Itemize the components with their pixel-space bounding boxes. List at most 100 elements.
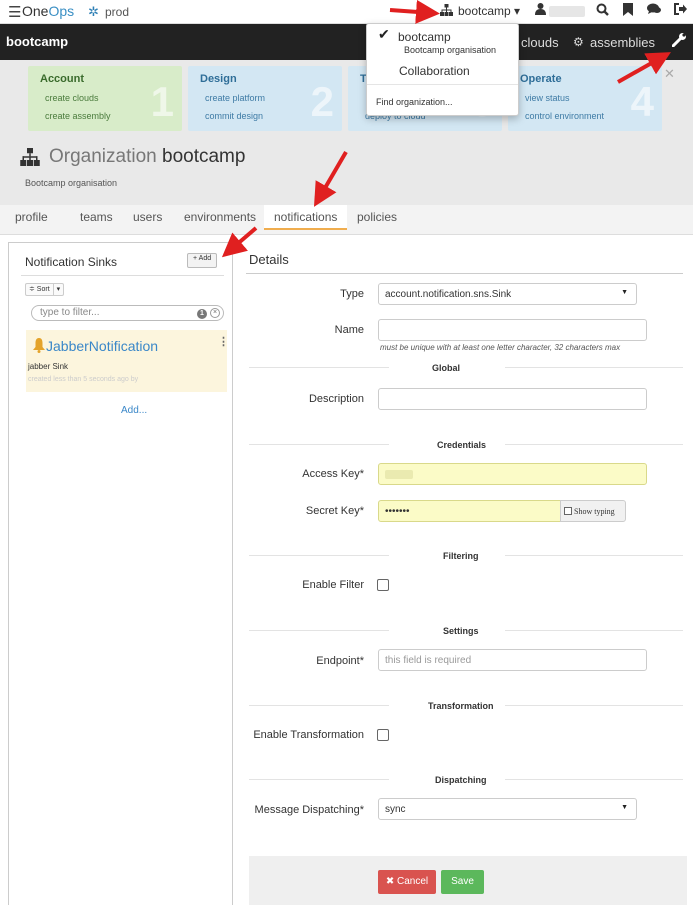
divider [21, 275, 224, 276]
enable-transformation-label: Enable Transformation [253, 729, 364, 741]
tab-environments[interactable]: environments [184, 210, 256, 235]
tab-teams[interactable]: teams [80, 210, 113, 235]
dispatching-label: Message Dispatching* [254, 804, 364, 816]
org-switcher[interactable]: bootcamp ▾ [458, 4, 520, 18]
step-link[interactable]: create clouds [45, 93, 99, 103]
step-link[interactable]: view status [525, 93, 570, 103]
secret-key-label: Secret Key* [305, 505, 364, 517]
section-filtering: Filtering [443, 551, 479, 561]
list-item[interactable]: JabberNotification ⋮ jabber Sink created… [26, 330, 229, 392]
close-icon[interactable]: ✕ [664, 66, 675, 82]
checkbox-icon[interactable] [564, 507, 572, 515]
sort-label[interactable]: ≑ Sort [26, 284, 53, 295]
step-number: 4 [630, 78, 654, 125]
step-link[interactable]: create assembly [45, 111, 111, 121]
cogs-icon: ⚙ [573, 35, 584, 49]
divider [505, 367, 683, 368]
app-logo[interactable]: OneOps [22, 3, 74, 19]
step-link[interactable]: commit design [205, 111, 263, 121]
step-link[interactable]: control environment [525, 111, 604, 121]
step-link[interactable]: create platform [205, 93, 265, 103]
sinks-title: Notification Sinks [25, 255, 118, 269]
section-settings: Settings [443, 626, 479, 636]
count-badge: 1 [197, 309, 207, 319]
divider [249, 779, 389, 780]
step-title: Account [40, 73, 84, 85]
show-typing-toggle[interactable]: Show typing [560, 500, 626, 522]
nav-assemblies[interactable]: assemblies [590, 35, 655, 50]
tab-profile[interactable]: profile [15, 210, 48, 235]
type-select[interactable]: account.notification.sns.Sink [378, 283, 637, 305]
type-label: Type [340, 288, 364, 300]
name-hint: must be unique with at least one letter … [380, 343, 621, 352]
enable-transformation-checkbox[interactable] [377, 729, 389, 741]
sink-type: jabber Sink [28, 362, 69, 371]
user-name-redacted[interactable] [549, 6, 585, 17]
org-dropdown-menu: ✔ bootcamp Bootcamp organisation Collabo… [366, 23, 519, 116]
enable-filter-checkbox[interactable] [377, 579, 389, 591]
org-menu-item-collaboration[interactable]: Collaboration [399, 64, 470, 78]
divider [505, 444, 683, 445]
clear-filter-icon[interactable]: × [210, 308, 220, 318]
divider [249, 367, 389, 368]
tab-users[interactable]: users [133, 210, 162, 235]
step-design: Design create platform commit design 2 [188, 66, 342, 131]
wrench-icon[interactable] [671, 32, 687, 51]
step-number: 2 [310, 78, 334, 125]
divider [249, 555, 389, 556]
details-title: Details [249, 252, 289, 267]
hamburger-icon[interactable]: ☰ [8, 3, 21, 21]
divider [505, 779, 683, 780]
step-operate: Operate view status control environment … [508, 66, 662, 131]
chevron-down-icon[interactable]: ▾ [52, 284, 64, 295]
bookmark-icon[interactable] [623, 3, 633, 19]
search-icon[interactable] [596, 3, 609, 19]
step-account: Account create clouds create assembly 1 [28, 66, 182, 131]
page-subtitle: Bootcamp organisation [25, 178, 118, 188]
navbar-title[interactable]: bootcamp [6, 34, 68, 49]
sign-out-icon[interactable] [674, 3, 687, 18]
kebab-menu-icon[interactable]: ⋮ [218, 335, 229, 348]
endpoint-label: Endpoint* [316, 655, 364, 667]
divider [246, 273, 683, 274]
access-key-input[interactable] [378, 463, 647, 485]
bell-icon [33, 338, 45, 357]
sort-button[interactable]: ≑ Sort ▾ [25, 283, 65, 296]
description-input[interactable] [378, 388, 647, 410]
sink-name[interactable]: JabberNotification [46, 338, 158, 354]
sitemap-icon [20, 148, 40, 171]
endpoint-input[interactable]: this field is required [378, 649, 647, 671]
dispatching-select[interactable]: sync [378, 798, 637, 820]
org-menu-item-bootcamp[interactable]: bootcamp [398, 30, 451, 44]
save-button[interactable]: Save [441, 870, 484, 894]
show-typing-label: Show typing [574, 507, 615, 516]
add-sink-link[interactable]: Add... [121, 405, 147, 416]
cancel-button[interactable]: ✖ Cancel [378, 870, 436, 894]
nav-clouds[interactable]: clouds [521, 35, 559, 50]
tab-policies[interactable]: policies [357, 210, 397, 235]
user-icon[interactable] [535, 3, 546, 18]
top-bar: ☰ OneOps ✲ prod bootcamp ▾ [0, 0, 693, 24]
divider [505, 555, 683, 556]
filter-input[interactable]: type to filter... [31, 305, 224, 321]
comments-icon[interactable] [647, 3, 661, 18]
org-menu-item-subtitle: Bootcamp organisation [404, 45, 497, 55]
secret-key-input[interactable]: ••••••• [378, 500, 561, 522]
divider [505, 705, 683, 706]
add-sink-button[interactable]: + Add [187, 253, 218, 268]
section-transformation: Transformation [428, 701, 494, 711]
find-organization-link[interactable]: Find organization... [376, 97, 453, 107]
divider [249, 705, 389, 706]
divider [249, 444, 389, 445]
environment-label[interactable]: prod [105, 5, 129, 19]
step-title: Design [200, 73, 237, 85]
asterisk-icon: ✲ [88, 4, 99, 19]
sitemap-icon [440, 4, 453, 19]
check-icon: ✔ [378, 26, 390, 42]
section-credentials: Credentials [437, 440, 487, 450]
name-input[interactable] [378, 319, 647, 341]
tab-notifications[interactable]: notifications [264, 205, 348, 230]
main-navbar: bootcamp clouds ⚙ assemblies [0, 24, 693, 60]
description-label: Description [308, 393, 364, 405]
divider [505, 630, 683, 631]
